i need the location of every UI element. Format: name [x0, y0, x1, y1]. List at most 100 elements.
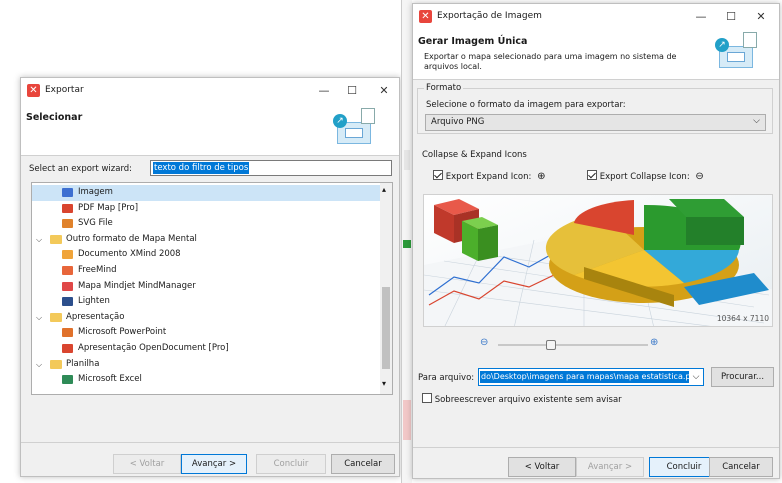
tree-item-label: Apresentação [66, 311, 125, 322]
tree-item-label: Planilha [66, 358, 100, 369]
statistics-chart-image [424, 195, 772, 326]
image-export-title-bar: ✕ Exportação de Imagem — ☐ ✕ [413, 4, 779, 30]
export-expand-option[interactable]: Export Expand Icon: ⊕ [433, 170, 545, 182]
file-path-text: do\Desktop\imagens para mapas\mapa estat… [480, 371, 702, 383]
image-size-label: 10364 x 7110 [716, 314, 769, 323]
image-export-header: Gerar Imagem Única Exportar o mapa selec… [413, 30, 779, 80]
file-type-icon [62, 297, 73, 307]
tree-item-row[interactable]: Mapa Mindjet MindManager [32, 279, 380, 295]
xmind-logo-icon: ✕ [27, 84, 40, 97]
button-bar-separator [21, 442, 399, 443]
tree-item-row[interactable]: SVG File [32, 216, 380, 232]
image-export-window-title: Exportação de Imagem [437, 11, 542, 21]
image-preview: 10364 x 7110 [423, 194, 773, 327]
folder-icon [50, 312, 62, 322]
zoom-slider-thumb[interactable] [545, 340, 556, 350]
image-export-dialog: ✕ Exportação de Imagem — ☐ ✕ Gerar Image… [412, 3, 780, 479]
expand-plus-icon: ⊕ [537, 171, 546, 182]
export-window-title: Exportar [45, 85, 84, 95]
export-expand-checkbox[interactable] [433, 170, 443, 180]
tree-item-row[interactable]: Microsoft PowerPoint [32, 325, 380, 341]
file-type-icon [62, 203, 73, 213]
tree-item-label: Microsoft Excel [78, 374, 142, 385]
file-type-icon [62, 266, 73, 275]
image-export-illustration-icon: ↗ [713, 32, 763, 74]
format-select[interactable]: Arquivo PNG ⌵ [425, 114, 766, 131]
close-button[interactable]: ✕ [371, 82, 397, 100]
maximize-button[interactable]: ☐ [718, 8, 744, 26]
tree-folder-row[interactable]: ⌵ Apresentação [32, 310, 380, 326]
zoom-slider[interactable] [498, 340, 648, 350]
maximize-button[interactable]: ☐ [339, 82, 365, 100]
scroll-up-icon[interactable]: ▴ [382, 185, 386, 194]
tree-item-label: Lighten [78, 296, 110, 307]
tree-item-label: FreeMind [78, 265, 117, 275]
file-type-icon [62, 344, 73, 353]
zoom-out-icon[interactable]: ⊖ [480, 337, 488, 348]
file-type-icon [62, 328, 73, 338]
scroll-thumb[interactable] [382, 287, 390, 369]
browse-button[interactable]: Procurar... [711, 367, 774, 387]
overwrite-checkbox[interactable] [422, 393, 432, 403]
file-path-input[interactable]: do\Desktop\imagens para mapas\mapa estat… [478, 368, 704, 386]
tree-item-row[interactable]: Documento XMind 2008 [32, 247, 380, 263]
chevron-down-icon[interactable]: ⌵ [36, 232, 42, 248]
tree-item-label: Apresentação OpenDocument [Pro] [78, 343, 229, 353]
file-label: Para arquivo: [418, 373, 475, 383]
filter-label: Select an export wizard: [29, 164, 133, 174]
chevron-down-icon: ⌵ [753, 116, 760, 126]
back-button[interactable]: < Voltar [508, 457, 576, 477]
file-path-dropdown[interactable]: ⌵ [689, 369, 703, 385]
next-button[interactable]: Avançar > [576, 457, 644, 477]
filter-input-text: texto do filtro de tipos [153, 162, 250, 174]
tree-item-label: Outro formato de Mapa Mental [66, 233, 197, 244]
tree-item-row[interactable]: PDF Map [Pro] [32, 201, 380, 217]
zoom-in-icon[interactable]: ⊕ [650, 337, 658, 348]
page-title: Gerar Imagem Única [418, 36, 528, 47]
tree-item-label: PDF Map [Pro] [78, 202, 139, 213]
file-type-icon [62, 188, 73, 197]
export-collapse-checkbox[interactable] [587, 170, 597, 180]
back-button[interactable]: < Voltar [113, 454, 181, 474]
tree-item-label: Imagem [78, 187, 113, 197]
format-group-label: Formato [424, 83, 464, 93]
finish-button[interactable]: Concluir [256, 454, 326, 474]
wizard-tree[interactable]: Imagem PDF Map [Pro] SVG File ⌵ Outro format… [31, 182, 393, 395]
filter-input[interactable]: texto do filtro de tipos [150, 160, 392, 176]
overwrite-label: Sobreescrever arquivo existente sem avis… [434, 395, 622, 405]
file-type-icon [62, 281, 73, 291]
tree-item-row[interactable]: Lighten [32, 294, 380, 310]
minimize-button[interactable]: — [311, 82, 337, 100]
minimize-button[interactable]: — [688, 8, 714, 26]
file-type-icon [62, 375, 73, 385]
chevron-down-icon[interactable]: ⌵ [36, 357, 42, 373]
tree-item-row[interactable]: Imagem [32, 185, 380, 201]
file-type-icon [62, 219, 73, 229]
scroll-down-icon[interactable]: ▾ [382, 379, 386, 388]
tree-item-row[interactable]: FreeMind [32, 263, 380, 279]
xmind-logo-icon: ✕ [419, 10, 432, 23]
export-dialog: ✕ Exportar — ☐ ✕ Selecionar ↗ Select an … [20, 77, 400, 477]
export-wizard-illustration-icon: ↗ [331, 108, 381, 150]
next-button[interactable]: Avançar > [181, 454, 247, 474]
chevron-down-icon[interactable]: ⌵ [36, 310, 42, 326]
overwrite-option[interactable]: Sobreescrever arquivo existente sem avis… [422, 393, 622, 405]
page-description: Exportar o mapa selecionado para uma ima… [424, 52, 677, 71]
tree-item-row[interactable]: Microsoft Excel [32, 372, 380, 388]
cancel-button[interactable]: Cancelar [709, 457, 773, 477]
tree-folder-row[interactable]: ⌵ Outro formato de Mapa Mental [32, 232, 380, 248]
export-collapse-label: Export Collapse Icon: [599, 172, 690, 182]
format-group: Formato Selecione o formato da imagem pa… [417, 83, 773, 134]
tree-item-label: Documento XMind 2008 [78, 249, 181, 260]
close-button[interactable]: ✕ [748, 8, 774, 26]
tree-item-label: SVG File [78, 218, 113, 229]
cancel-button[interactable]: Cancelar [331, 454, 395, 474]
tree-scrollbar[interactable]: ▴ ▾ [380, 183, 392, 394]
export-header: Selecionar ↗ [21, 104, 399, 156]
collapse-expand-title: Collapse & Expand Icons [422, 150, 527, 160]
export-collapse-option[interactable]: Export Collapse Icon: ⊖ [587, 170, 704, 182]
tree-folder-row[interactable]: ⌵ Planilha [32, 357, 380, 373]
export-title-bar: ✕ Exportar — ☐ ✕ [21, 78, 399, 104]
tree-item-label: Microsoft PowerPoint [78, 327, 167, 338]
tree-item-row[interactable]: Apresentação OpenDocument [Pro] [32, 341, 380, 357]
